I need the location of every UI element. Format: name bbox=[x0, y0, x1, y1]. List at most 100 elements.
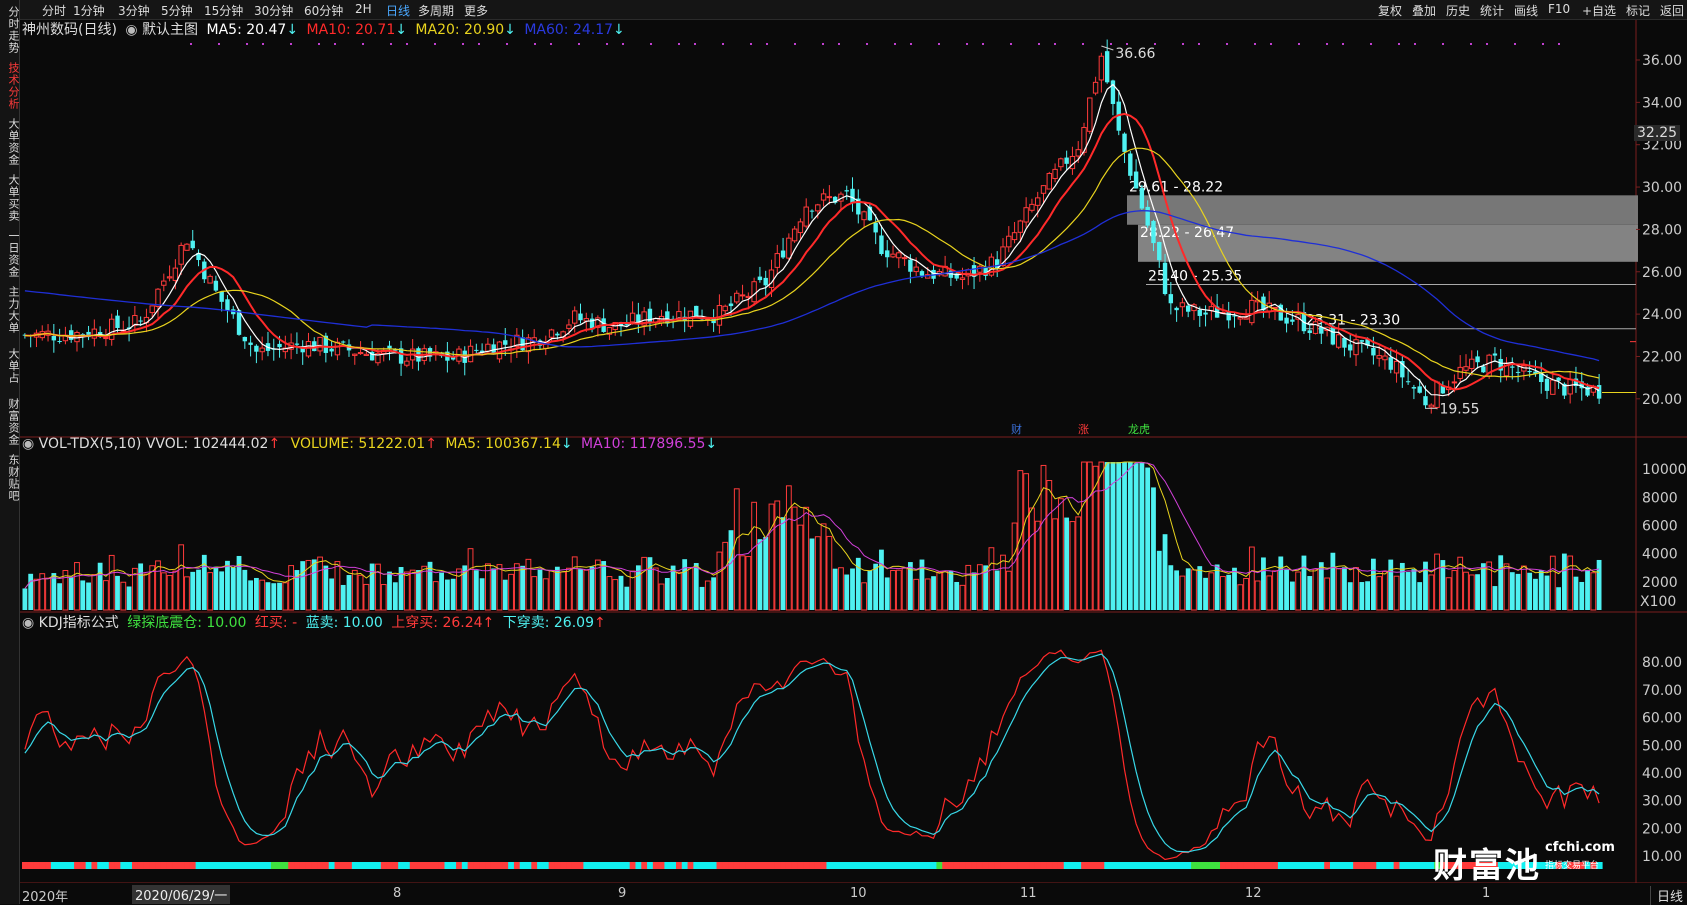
candle-body bbox=[103, 337, 109, 340]
event-dot bbox=[650, 43, 652, 45]
volume-bar bbox=[1434, 553, 1440, 611]
vvol-label: VVOL: 102444.02 bbox=[145, 436, 269, 452]
signal-cell bbox=[919, 862, 926, 869]
volume-bar bbox=[1151, 487, 1156, 610]
event-dot bbox=[406, 43, 408, 45]
volume-bar bbox=[178, 544, 185, 611]
candle-body bbox=[797, 221, 804, 234]
event-dot bbox=[866, 43, 868, 45]
event-dot bbox=[218, 43, 220, 45]
volume-bar bbox=[531, 576, 538, 611]
vol-ma10-label: MA10: 117896.55 bbox=[581, 436, 706, 452]
signal-cell bbox=[1376, 862, 1383, 869]
kdj-blue-label: 蓝卖: 10.00 bbox=[305, 615, 383, 631]
event-dot bbox=[462, 43, 464, 45]
candle-body bbox=[1492, 353, 1498, 356]
signal-cell bbox=[1167, 862, 1175, 869]
volume-bar bbox=[97, 562, 103, 610]
candle-body bbox=[566, 324, 572, 329]
volume-bar bbox=[248, 580, 254, 610]
volume-bar bbox=[265, 582, 271, 610]
signal-cell bbox=[461, 862, 469, 869]
signal-cell bbox=[1000, 862, 1007, 869]
event-dot bbox=[910, 43, 912, 45]
signal-cell bbox=[137, 862, 145, 869]
watermark-logo: 财富池 cfchi.com 指标交易平台 bbox=[1433, 838, 1633, 886]
volume-tick-label: 8000 bbox=[1642, 490, 1678, 506]
signal-cell bbox=[22, 862, 29, 869]
volume-bar bbox=[1347, 582, 1353, 610]
volume-bar bbox=[1086, 461, 1093, 611]
volume-bar bbox=[1266, 575, 1273, 611]
volume-indicator-name[interactable]: VOL-TDX(5,10) bbox=[39, 436, 142, 452]
volume-indicator-icon[interactable]: ◉ bbox=[22, 436, 34, 452]
signal-cell bbox=[554, 862, 561, 869]
volume-bar bbox=[542, 578, 549, 611]
volume-bar bbox=[537, 569, 543, 610]
volume-bar bbox=[22, 588, 28, 610]
signal-cell bbox=[948, 862, 955, 869]
signal-cell bbox=[1104, 862, 1111, 869]
volume-bar bbox=[1463, 571, 1469, 611]
candle-body bbox=[1388, 357, 1393, 370]
volume-bar bbox=[884, 577, 890, 610]
signal-cell bbox=[282, 862, 289, 869]
candle-body bbox=[1411, 387, 1417, 389]
signal-cell bbox=[1364, 862, 1372, 869]
kdj-tick-label: 20.00 bbox=[1642, 821, 1682, 837]
volume-tick-label: 10000 bbox=[1642, 462, 1687, 478]
volume-bar bbox=[936, 571, 943, 611]
kdj-tick-label: 40.00 bbox=[1642, 766, 1682, 782]
candle-body bbox=[1092, 81, 1099, 94]
volume-bar bbox=[1330, 552, 1336, 610]
period-indicator[interactable]: 日线 bbox=[1650, 886, 1683, 905]
kdj-indicator-name[interactable]: KDJ指标公式 bbox=[39, 615, 119, 631]
signal-cell bbox=[513, 862, 521, 869]
candle-body bbox=[1029, 203, 1035, 211]
signal-cell bbox=[259, 862, 266, 869]
stock-name[interactable]: 神州数码(日线) bbox=[22, 22, 117, 38]
signal-cell bbox=[1185, 862, 1192, 869]
candle-body bbox=[1197, 309, 1202, 316]
signal-cell bbox=[884, 862, 891, 869]
signal-cell bbox=[1162, 862, 1169, 869]
signal-cell bbox=[201, 862, 208, 869]
candle-body bbox=[1052, 168, 1058, 180]
ma60-label: MA60: 24.17 bbox=[524, 22, 614, 38]
candle-body bbox=[826, 196, 833, 199]
volume-bar bbox=[1527, 572, 1533, 610]
volume-bar bbox=[1226, 574, 1232, 610]
volume-bar bbox=[861, 582, 867, 611]
signal-cell bbox=[317, 862, 324, 869]
volume-bar bbox=[780, 517, 786, 610]
signal-cell bbox=[346, 862, 353, 869]
event-dot bbox=[678, 43, 680, 45]
signal-cell bbox=[1017, 862, 1024, 869]
kline-chart[interactable]: 29.61 - 28.2228.22 - 26.4725.40 - 25.352… bbox=[0, 0, 1687, 904]
volume-bar bbox=[311, 559, 317, 610]
signal-cell bbox=[45, 862, 52, 869]
signal-cell bbox=[50, 862, 58, 869]
date-label-jan: 1 bbox=[1482, 886, 1491, 901]
candle-body bbox=[1122, 133, 1127, 152]
volume-bar bbox=[1498, 555, 1504, 610]
kdj-indicator-icon[interactable]: ◉ bbox=[22, 615, 34, 631]
volume-bar bbox=[583, 569, 590, 611]
template-dropdown-icon[interactable]: ◉ bbox=[125, 22, 137, 38]
signal-cell bbox=[409, 862, 417, 869]
candle-body bbox=[1353, 339, 1359, 356]
signal-cell bbox=[1399, 862, 1406, 869]
volume-bar bbox=[502, 579, 508, 610]
candle-body bbox=[1423, 396, 1428, 406]
volume-bar bbox=[612, 579, 619, 611]
volume-bar bbox=[1208, 572, 1215, 611]
date-label-cursor: 2020/06/29/一 bbox=[132, 885, 231, 904]
signal-cell bbox=[537, 862, 544, 869]
event-dot bbox=[390, 43, 392, 45]
template-name[interactable]: 默认主图 bbox=[142, 22, 198, 38]
signal-cell bbox=[670, 862, 677, 869]
candle-body bbox=[665, 311, 670, 324]
candle-body bbox=[1550, 379, 1556, 395]
candle-body bbox=[791, 228, 798, 242]
kdj-tick-label: 50.00 bbox=[1642, 738, 1682, 754]
